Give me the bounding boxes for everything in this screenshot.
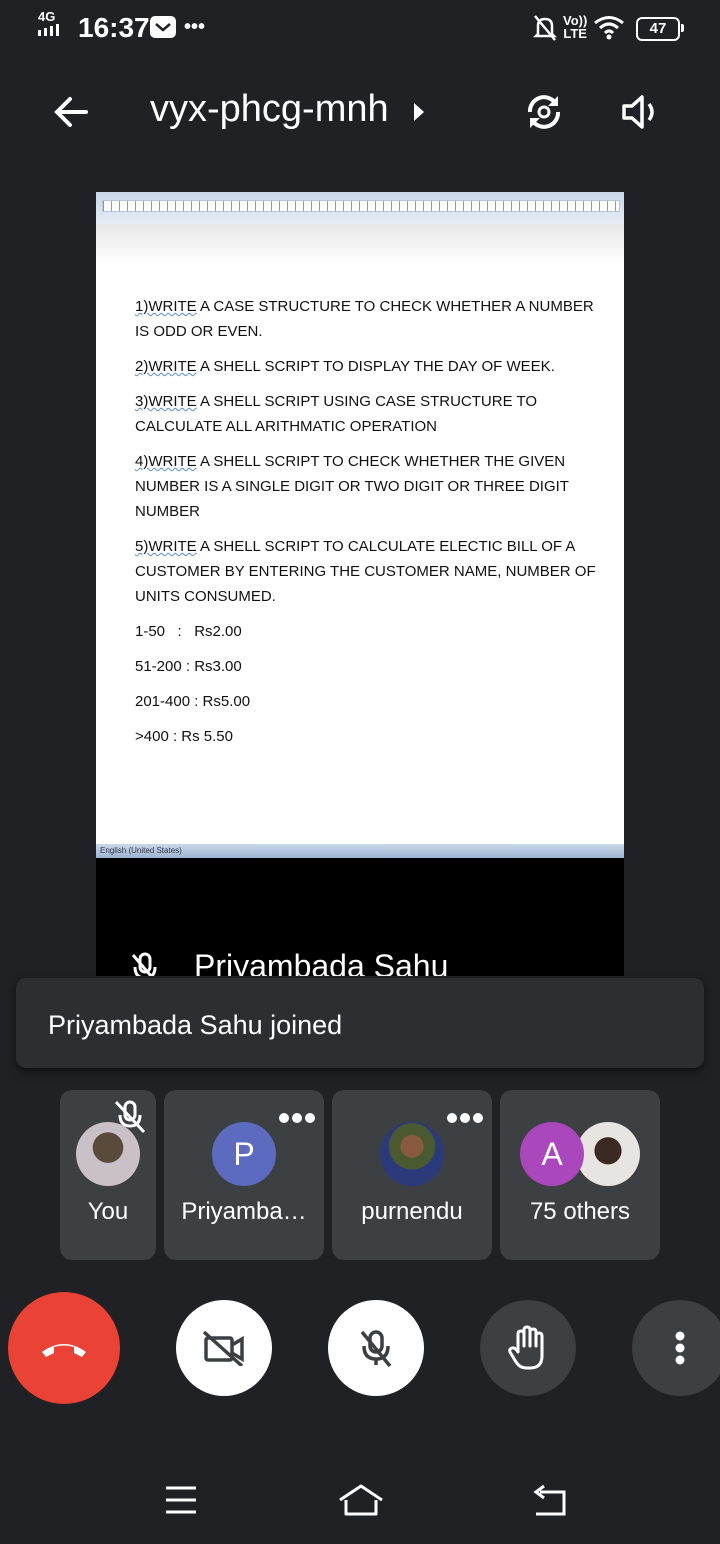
document-text: 1)WRITE A CASE STRUCTURE TO CHECK WHETHE…	[135, 294, 605, 759]
avatar	[576, 1122, 640, 1186]
avatar	[380, 1122, 444, 1186]
rate-line: 201-400 : Rs5.00	[135, 693, 251, 710]
shared-screen: 1)WRITE A CASE STRUCTURE TO CHECK WHETHE…	[96, 192, 624, 976]
chevron-right-icon[interactable]	[412, 101, 426, 128]
wifi-icon	[593, 14, 625, 45]
toast-message: Priyambada Sahu joined	[48, 1010, 343, 1040]
back-nav-icon[interactable]	[530, 1478, 570, 1527]
document-page: 1)WRITE A CASE STRUCTURE TO CHECK WHETHE…	[96, 224, 624, 844]
network-type-label: 4G	[38, 9, 56, 24]
ruler-strip	[102, 200, 620, 212]
raise-hand-button[interactable]	[480, 1300, 576, 1396]
rate-line: 51-200 : Rs3.00	[135, 658, 242, 675]
gmail-notification-icon	[150, 16, 176, 38]
recent-apps-icon[interactable]	[164, 1478, 198, 1527]
more-options-icon[interactable]	[278, 1106, 316, 1126]
participant-tile-priyambada[interactable]: P Priyamba…	[164, 1090, 324, 1260]
avatar	[76, 1122, 140, 1186]
hang-up-icon	[42, 1344, 86, 1357]
participant-tile-you[interactable]: You	[60, 1090, 156, 1260]
network-indicator: 4G	[38, 10, 64, 39]
question-5: 5)WRITE A SHELL SCRIPT TO CALCULATE ELEC…	[135, 538, 596, 605]
mic-toggle-button[interactable]	[328, 1300, 424, 1396]
question-3: 3)WRITE A SHELL SCRIPT USING CASE STRUCT…	[135, 393, 538, 435]
document-ruler	[96, 192, 624, 225]
presenter-mic-off-icon	[130, 952, 160, 976]
hand-icon	[508, 1325, 544, 1370]
participant-tile-others[interactable]: A 75 others	[500, 1090, 660, 1260]
volte-indicator: Vo)) LTE	[563, 13, 588, 41]
participant-label: Priyamba…	[181, 1198, 307, 1225]
battery-indicator: 47	[636, 17, 680, 41]
rate-line: >400 : Rs 5.50	[135, 728, 233, 745]
vertical-dots-icon	[675, 1331, 685, 1365]
presenter-name: Priyambada Sahu	[194, 948, 449, 976]
rate-line: 1-50 : Rs2.00	[135, 623, 242, 640]
question-4: 4)WRITE A SHELL SCRIPT TO CHECK WHETHER …	[135, 453, 569, 520]
document-status-bar: English (United States)	[96, 844, 624, 858]
join-notification-toast: Priyambada Sahu joined	[16, 978, 704, 1068]
status-time: 16:37	[78, 12, 150, 43]
participant-label: purnendu	[361, 1198, 463, 1225]
avatar: P	[212, 1122, 276, 1186]
avatar: A	[520, 1122, 584, 1186]
mic-off-icon	[360, 1330, 392, 1368]
mute-bell-icon	[532, 14, 558, 47]
participant-label: You	[87, 1198, 129, 1225]
page-top-shading	[96, 224, 624, 264]
more-options-icon[interactable]	[446, 1106, 484, 1126]
home-icon[interactable]	[336, 1478, 386, 1527]
end-call-button[interactable]	[8, 1292, 120, 1404]
battery-tip	[681, 24, 684, 32]
more-notifications-icon: •••	[184, 16, 206, 38]
speaker-icon[interactable]	[620, 92, 664, 132]
question-2: 2)WRITE A SHELL SCRIPT TO DISPLAY THE DA…	[135, 358, 555, 375]
question-1: 1)WRITE A CASE STRUCTURE TO CHECK WHETHE…	[135, 298, 594, 340]
signal-icon	[38, 24, 59, 36]
meeting-code-title[interactable]: vyx-phcg-mnh	[150, 88, 389, 131]
back-arrow-icon[interactable]	[52, 92, 92, 132]
camera-off-icon	[202, 1330, 244, 1366]
camera-toggle-button[interactable]	[176, 1300, 272, 1396]
participant-label: 75 others	[529, 1198, 631, 1225]
participant-tile-purnendu[interactable]: purnendu	[332, 1090, 492, 1260]
switch-camera-icon[interactable]	[522, 90, 566, 134]
more-options-button[interactable]	[632, 1300, 720, 1396]
